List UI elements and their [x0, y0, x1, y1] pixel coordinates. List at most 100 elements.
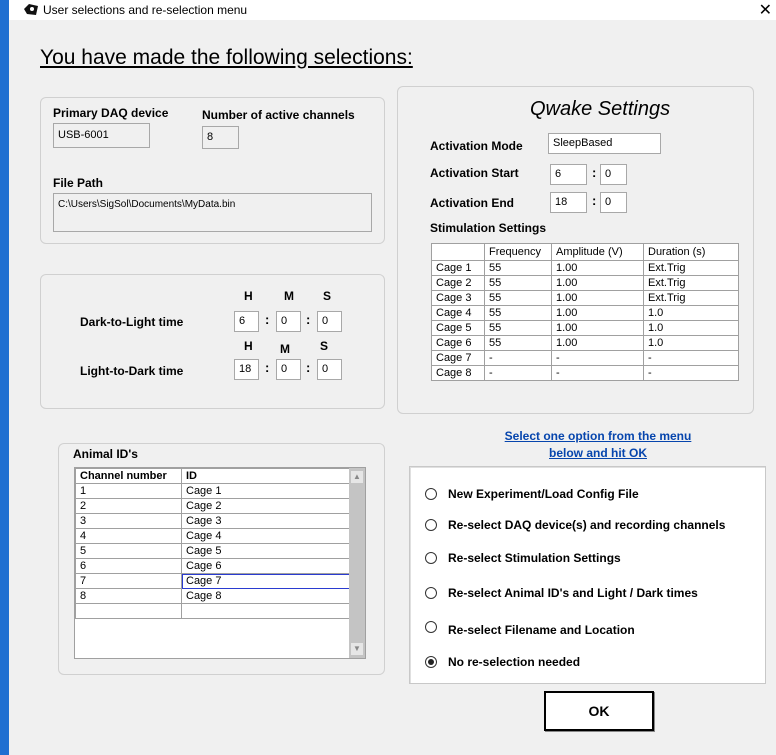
stimulation-table[interactable]: Frequency Amplitude (V) Duration (s) Cag…	[431, 243, 739, 381]
duration-cell[interactable]: -	[643, 365, 739, 381]
dark-to-light-hours[interactable]: 6	[234, 311, 259, 332]
activation-end-hours[interactable]: 18	[550, 192, 587, 213]
frequency-cell[interactable]: 55	[484, 275, 552, 291]
table-row[interactable]: Cage 3 55 1.00 Ext.Trig	[431, 290, 739, 306]
frequency-cell[interactable]: -	[484, 365, 552, 381]
option-label[interactable]: Re-select DAQ device(s) and recording ch…	[448, 518, 725, 532]
scroll-up-icon[interactable]: ▲	[351, 471, 363, 483]
light-to-dark-minutes[interactable]: 0	[276, 359, 301, 380]
id-cell[interactable]: Cage 4	[181, 528, 350, 544]
primary-daq-value: USB-6001	[53, 123, 150, 148]
cage-cell: Cage 3	[431, 290, 485, 306]
table-row[interactable]: Cage 2 55 1.00 Ext.Trig	[431, 275, 739, 291]
id-cell[interactable]: Cage 1	[181, 483, 350, 499]
table-row[interactable]: Cage 1 55 1.00 Ext.Trig	[431, 260, 739, 276]
id-cell[interactable]: Cage 3	[181, 513, 350, 529]
window-title: User selections and re-selection menu	[43, 3, 248, 17]
minute-header-1: M	[284, 289, 294, 303]
animal-id-table[interactable]: Channel number ID 1 Cage 1 2 Cage 2 3 Cage …	[75, 468, 350, 619]
option-label[interactable]: Re-select Filename and Location	[448, 623, 635, 637]
close-icon[interactable]: ✕	[759, 0, 772, 20]
table-row[interactable]: 3 Cage 3	[75, 513, 350, 529]
activation-start-label: Activation Start	[430, 166, 519, 180]
table-row[interactable]: 7 Cage 7	[75, 573, 350, 589]
table-row[interactable]: 8 Cage 8	[75, 588, 350, 604]
duration-cell[interactable]: 1.0	[643, 320, 739, 336]
dark-to-light-minutes[interactable]: 0	[276, 311, 301, 332]
scroll-down-icon[interactable]: ▼	[351, 643, 363, 655]
option-label[interactable]: No re-selection needed	[448, 655, 580, 669]
colon: :	[306, 360, 311, 375]
id-cell[interactable]: Cage 2	[181, 498, 350, 514]
id-cell[interactable]: Cage 7	[181, 573, 350, 589]
table-row[interactable]: 1 Cage 1	[75, 483, 350, 499]
table-row[interactable]: Cage 6 55 1.00 1.0	[431, 335, 739, 351]
menu-prompt-link[interactable]: Select one option from the menu below an…	[478, 429, 718, 460]
table-row[interactable]: 6 Cage 6	[75, 558, 350, 574]
table-row[interactable]: Cage 7---	[431, 350, 739, 366]
amplitude-cell[interactable]: -	[551, 365, 644, 381]
duration-cell[interactable]: Ext.Trig	[643, 260, 739, 276]
activation-end-minutes[interactable]: 0	[600, 192, 627, 213]
id-cell[interactable]: Cage 5	[181, 543, 350, 559]
window-border	[0, 0, 9, 755]
radio-reselect-filename[interactable]	[424, 620, 438, 634]
light-to-dark-label: Light-to-Dark time	[80, 364, 184, 378]
radio-reselect-daq[interactable]	[424, 518, 438, 532]
table-row[interactable]: 2 Cage 2	[75, 498, 350, 514]
option-label[interactable]: Re-select Animal ID's and Light / Dark t…	[448, 586, 698, 600]
radio-reselect-animal-ids[interactable]	[424, 586, 438, 600]
table-row[interactable]	[75, 603, 350, 619]
radio-reselect-stimulation[interactable]	[424, 551, 438, 565]
radio-no-reselection[interactable]	[424, 655, 438, 669]
option-label[interactable]: Re-select Stimulation Settings	[448, 551, 621, 565]
table-row[interactable]: Cage 4 55 1.00 1.0	[431, 305, 739, 321]
dark-to-light-seconds[interactable]: 0	[317, 311, 342, 332]
activation-end-label: Activation End	[430, 196, 515, 210]
amplitude-cell[interactable]: 1.00	[551, 335, 644, 351]
amplitude-cell[interactable]: -	[551, 350, 644, 366]
amplitude-cell[interactable]: 1.00	[551, 305, 644, 321]
id-cell[interactable]	[181, 603, 350, 619]
amplitude-cell[interactable]: 1.00	[551, 260, 644, 276]
vertical-scrollbar[interactable]: ▲ ▼	[349, 468, 365, 658]
frequency-cell[interactable]: -	[484, 350, 552, 366]
app-icon	[23, 3, 39, 16]
amplitude-cell[interactable]: 1.00	[551, 275, 644, 291]
channel-cell	[75, 603, 182, 619]
duration-cell[interactable]: Ext.Trig	[643, 290, 739, 306]
table-row[interactable]: 5 Cage 5	[75, 543, 350, 559]
activation-mode-value[interactable]: SleepBased	[548, 133, 661, 154]
id-cell[interactable]: Cage 6	[181, 558, 350, 574]
activation-start-minutes[interactable]: 0	[600, 164, 627, 185]
column-header: Amplitude (V)	[551, 243, 644, 261]
ok-button[interactable]: OK	[544, 691, 654, 731]
frequency-cell[interactable]: 55	[484, 290, 552, 306]
activation-start-hours[interactable]: 6	[550, 164, 587, 185]
option-label[interactable]: New Experiment/Load Config File	[448, 487, 639, 501]
id-cell[interactable]: Cage 8	[181, 588, 350, 604]
frequency-cell[interactable]: 55	[484, 305, 552, 321]
colon: :	[592, 165, 597, 180]
table-row[interactable]: Cage 8---	[431, 365, 739, 381]
channel-cell: 6	[75, 558, 182, 574]
table-row[interactable]: Cage 5 55 1.00 1.0	[431, 320, 739, 336]
cage-cell: Cage 5	[431, 320, 485, 336]
light-to-dark-seconds[interactable]: 0	[317, 359, 342, 380]
table-row[interactable]: 4 Cage 4	[75, 528, 350, 544]
light-to-dark-hours[interactable]: 18	[234, 359, 259, 380]
frequency-cell[interactable]: 55	[484, 260, 552, 276]
radio-new-experiment[interactable]	[424, 487, 438, 501]
amplitude-cell[interactable]: 1.00	[551, 320, 644, 336]
page-heading: You have made the following selections:	[40, 46, 413, 69]
stimulation-settings-label: Stimulation Settings	[430, 221, 547, 235]
duration-cell[interactable]: Ext.Trig	[643, 275, 739, 291]
amplitude-cell[interactable]: 1.00	[551, 290, 644, 306]
frequency-cell[interactable]: 55	[484, 335, 552, 351]
duration-cell[interactable]: 1.0	[643, 335, 739, 351]
frequency-cell[interactable]: 55	[484, 320, 552, 336]
qwake-title: Qwake Settings	[530, 98, 671, 120]
duration-cell[interactable]: 1.0	[643, 305, 739, 321]
duration-cell[interactable]: -	[643, 350, 739, 366]
channel-cell: 3	[75, 513, 182, 529]
